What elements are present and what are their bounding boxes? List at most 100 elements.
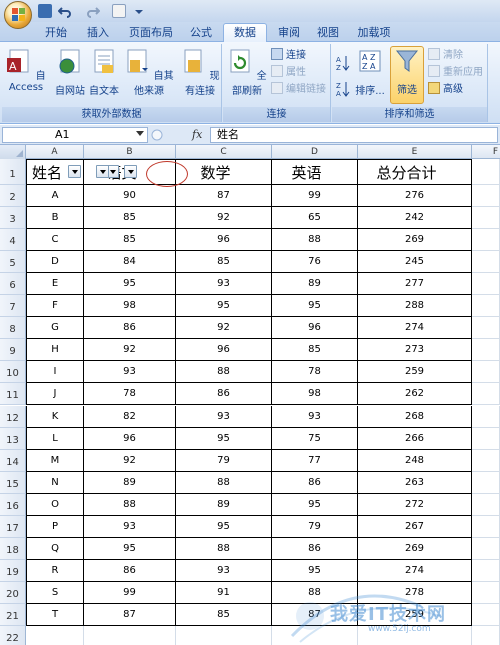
- empty-cell[interactable]: [472, 449, 500, 472]
- cell-b[interactable]: 93: [84, 515, 176, 538]
- cell-e[interactable]: 267: [358, 515, 472, 538]
- cell-d[interactable]: 98: [272, 383, 358, 406]
- cell-e[interactable]: 259: [358, 361, 472, 384]
- row-header[interactable]: 18: [0, 537, 26, 560]
- cell-a[interactable]: L: [26, 427, 84, 450]
- cell-b[interactable]: 88: [84, 493, 176, 516]
- cell-d[interactable]: 99: [272, 185, 358, 208]
- cell-a[interactable]: H: [26, 339, 84, 362]
- cell-c[interactable]: 92: [176, 207, 272, 230]
- formula-input[interactable]: 姓名: [210, 127, 498, 143]
- tab-page-layout[interactable]: 页面布局: [124, 24, 178, 42]
- customize-qat-icon[interactable]: [132, 4, 146, 18]
- refresh-all-button[interactable]: 全部刷新: [225, 48, 269, 97]
- empty-cell[interactable]: [472, 339, 500, 362]
- empty-cell[interactable]: [472, 159, 500, 185]
- cell-e[interactable]: 263: [358, 471, 472, 494]
- cell-a[interactable]: T: [26, 603, 84, 626]
- existing-connections-button[interactable]: 现有连接: [178, 48, 222, 97]
- cell-b[interactable]: 85: [84, 207, 176, 230]
- row-header[interactable]: 6: [0, 273, 26, 296]
- empty-cell[interactable]: [472, 295, 500, 318]
- clear-filter-button[interactable]: 清除: [428, 48, 463, 64]
- cell-c[interactable]: 96: [176, 339, 272, 362]
- row-header[interactable]: 14: [0, 449, 26, 472]
- cell-e[interactable]: 273: [358, 339, 472, 362]
- cell-e[interactable]: 262: [358, 383, 472, 406]
- cell-a[interactable]: B: [26, 207, 84, 230]
- cell-d[interactable]: 86: [272, 537, 358, 560]
- cell-a[interactable]: Q: [26, 537, 84, 560]
- cell-a[interactable]: D: [26, 251, 84, 274]
- save-icon[interactable]: [38, 4, 52, 18]
- cell-d[interactable]: 86: [272, 471, 358, 494]
- cell-c[interactable]: 89: [176, 493, 272, 516]
- undo-icon[interactable]: [58, 4, 72, 18]
- row-header[interactable]: 10: [0, 361, 26, 384]
- select-all-corner[interactable]: [0, 145, 26, 159]
- cell-e[interactable]: 245: [358, 251, 472, 274]
- cell-b[interactable]: 85: [84, 229, 176, 252]
- column-header-a[interactable]: A: [26, 145, 84, 159]
- row-header[interactable]: 1: [0, 159, 26, 185]
- cell-b[interactable]: 92: [84, 339, 176, 362]
- sort-button[interactable]: A Z Z A 排序...: [354, 48, 386, 97]
- cell-c[interactable]: 86: [176, 383, 272, 406]
- cell-e[interactable]: 269: [358, 229, 472, 252]
- cell-d[interactable]: 75: [272, 427, 358, 450]
- tab-add-ins[interactable]: 加载项: [350, 24, 398, 42]
- cell-c[interactable]: 85: [176, 251, 272, 274]
- column-header-d[interactable]: D: [272, 145, 358, 159]
- tab-data[interactable]: 数据: [223, 23, 267, 44]
- cell-e[interactable]: 272: [358, 493, 472, 516]
- row-header[interactable]: 7: [0, 295, 26, 318]
- cell-b[interactable]: 90: [84, 185, 176, 208]
- empty-cell[interactable]: [472, 317, 500, 340]
- empty-cell[interactable]: [472, 273, 500, 296]
- cell-d[interactable]: 65: [272, 207, 358, 230]
- cell-d[interactable]: 95: [272, 295, 358, 318]
- empty-cell[interactable]: [472, 251, 500, 274]
- cell-d[interactable]: 85: [272, 339, 358, 362]
- cell-c[interactable]: 95: [176, 295, 272, 318]
- cell-b[interactable]: 95: [84, 273, 176, 296]
- from-web-button[interactable]: 自网站: [54, 48, 86, 97]
- column-header-f[interactable]: F: [472, 145, 500, 159]
- header-cell-e[interactable]: 总分合计: [358, 159, 472, 185]
- cell-a[interactable]: F: [26, 295, 84, 318]
- filter-button[interactable]: 筛选: [390, 46, 424, 104]
- cell-c[interactable]: 95: [176, 427, 272, 450]
- from-other-sources-button[interactable]: 自其他来源: [122, 48, 176, 97]
- row-header[interactable]: 19: [0, 559, 26, 582]
- cell-b[interactable]: 95: [84, 537, 176, 560]
- cell-a[interactable]: J: [26, 383, 84, 406]
- tab-insert[interactable]: 插入: [80, 24, 116, 42]
- cell-a[interactable]: P: [26, 515, 84, 538]
- cell-a[interactable]: S: [26, 581, 84, 604]
- cell-b[interactable]: 96: [84, 427, 176, 450]
- cell-d[interactable]: 95: [272, 493, 358, 516]
- cell-b[interactable]: 87: [84, 603, 176, 626]
- empty-cell[interactable]: [272, 626, 358, 645]
- tab-review[interactable]: 审阅: [272, 24, 306, 42]
- cell-e[interactable]: 248: [358, 449, 472, 472]
- column-header-b[interactable]: B: [84, 145, 176, 159]
- column-header-e[interactable]: E: [358, 145, 472, 159]
- row-header[interactable]: 2: [0, 185, 26, 208]
- cell-e[interactable]: 269: [358, 537, 472, 560]
- cell-c[interactable]: 93: [176, 559, 272, 582]
- cell-d[interactable]: 89: [272, 273, 358, 296]
- empty-cell[interactable]: [472, 471, 500, 494]
- filter-dropdown-a[interactable]: [68, 165, 81, 178]
- cell-e[interactable]: 276: [358, 185, 472, 208]
- cell-e[interactable]: 242: [358, 207, 472, 230]
- cell-c[interactable]: 88: [176, 537, 272, 560]
- empty-cell[interactable]: [472, 537, 500, 560]
- cell-a[interactable]: A: [26, 185, 84, 208]
- tab-view[interactable]: 视图: [311, 24, 345, 42]
- cell-b[interactable]: 99: [84, 581, 176, 604]
- empty-cell[interactable]: [84, 626, 176, 645]
- cell-a[interactable]: M: [26, 449, 84, 472]
- row-header[interactable]: 15: [0, 471, 26, 494]
- cell-e[interactable]: 277: [358, 273, 472, 296]
